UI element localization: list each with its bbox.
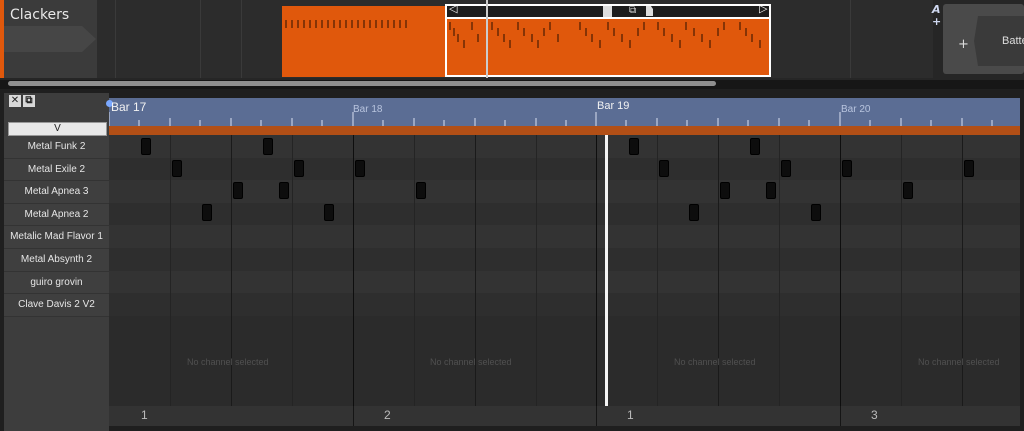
grid-row bbox=[109, 135, 1024, 158]
bar-label: Bar 18 bbox=[353, 104, 383, 115]
drum-note[interactable] bbox=[233, 182, 243, 199]
empty-message: No channel selected bbox=[430, 357, 512, 367]
channel-label[interactable]: Metal Funk 2 bbox=[4, 136, 109, 159]
automation-controls[interactable]: A + bbox=[932, 4, 942, 28]
track-arrow-shape bbox=[4, 26, 96, 52]
drum-note[interactable] bbox=[279, 182, 289, 199]
drum-note[interactable] bbox=[903, 182, 913, 199]
playhead[interactable] bbox=[605, 135, 608, 426]
drum-note[interactable] bbox=[750, 138, 760, 155]
footer-divider bbox=[353, 406, 354, 426]
close-icon[interactable]: ✕ bbox=[9, 95, 21, 107]
drum-note[interactable] bbox=[355, 160, 365, 177]
channel-label[interactable]: Metal Apnea 2 bbox=[4, 203, 109, 227]
drum-note[interactable] bbox=[202, 204, 212, 221]
grid-row bbox=[109, 270, 1024, 294]
drum-note[interactable] bbox=[294, 160, 304, 177]
plus-icon[interactable]: + bbox=[958, 37, 969, 52]
channel-label[interactable]: Metal Exile 2 bbox=[4, 158, 109, 182]
footer-number: 1 bbox=[141, 408, 148, 422]
channel-label[interactable]: Metal Apnea 3 bbox=[4, 181, 109, 204]
add-icon[interactable]: + bbox=[932, 16, 942, 28]
beat-footer bbox=[109, 406, 1024, 426]
grid-row bbox=[109, 293, 1024, 316]
bar-label: Bar 20 bbox=[841, 104, 871, 115]
clip-range-strip[interactable] bbox=[109, 126, 1024, 135]
drum-note[interactable] bbox=[689, 204, 699, 221]
bar-label: Bar 19 bbox=[597, 100, 630, 112]
grid-beat-line bbox=[292, 135, 293, 406]
grid-row bbox=[109, 202, 1024, 226]
grid-beat-line bbox=[414, 135, 415, 406]
footer-number: 1 bbox=[627, 408, 634, 422]
drum-note[interactable] bbox=[141, 138, 151, 155]
drum-note[interactable] bbox=[720, 182, 730, 199]
note-grid[interactable]: No channel selected No channel selected … bbox=[109, 135, 1024, 406]
drum-note[interactable] bbox=[263, 138, 273, 155]
loop-start-icon[interactable]: ◁ bbox=[449, 3, 457, 14]
drum-note[interactable] bbox=[416, 182, 426, 199]
grid-bar-line bbox=[353, 135, 354, 406]
footer-divider bbox=[840, 406, 841, 426]
bar-label: Bar 17 bbox=[111, 100, 147, 114]
footer-divider bbox=[596, 406, 597, 426]
drum-note[interactable] bbox=[629, 138, 639, 155]
channel-label[interactable]: Clave Davis 2 V2 bbox=[4, 294, 109, 317]
drum-note[interactable] bbox=[811, 204, 821, 221]
empty-message: No channel selected bbox=[674, 357, 756, 367]
grid-beat-line bbox=[779, 135, 780, 406]
drum-note[interactable] bbox=[964, 160, 974, 177]
empty-message: No channel selected bbox=[918, 357, 1000, 367]
float-window-icon[interactable]: ⧉ bbox=[23, 95, 35, 107]
velocity-selector[interactable]: V bbox=[8, 122, 107, 136]
grid-beat-line bbox=[170, 135, 171, 406]
channel-label[interactable]: Metal Absynth 2 bbox=[4, 249, 109, 272]
grid-row bbox=[109, 157, 1024, 181]
arranger-gridline bbox=[115, 0, 116, 78]
drum-note[interactable] bbox=[766, 182, 776, 199]
drum-note[interactable] bbox=[781, 160, 791, 177]
grid-row bbox=[109, 180, 1024, 203]
grid-bar-line bbox=[596, 135, 597, 406]
drum-note[interactable] bbox=[842, 160, 852, 177]
grid-bar-line bbox=[840, 135, 841, 406]
ruler-ticks bbox=[109, 112, 1023, 126]
drum-note[interactable] bbox=[324, 204, 334, 221]
clip-handle-icon[interactable] bbox=[603, 6, 612, 17]
grid-beat-line bbox=[536, 135, 537, 406]
device-label[interactable]: Batte bbox=[1002, 35, 1024, 47]
arranger-gridline bbox=[850, 0, 851, 78]
loop-end-icon[interactable]: ▷ bbox=[759, 3, 767, 14]
channel-label[interactable]: guiro grovin bbox=[4, 271, 109, 295]
track-name[interactable]: Clackers bbox=[10, 7, 69, 23]
grid-beat-line bbox=[901, 135, 902, 406]
duplicate-icon[interactable]: ⧉ bbox=[629, 5, 636, 16]
grid-row bbox=[109, 248, 1024, 271]
empty-message: No channel selected bbox=[187, 357, 269, 367]
channel-label[interactable]: Metalic Mad Flavor 1 bbox=[4, 226, 109, 249]
footer-number: 2 bbox=[384, 408, 391, 422]
clip-note-ticks bbox=[285, 20, 761, 48]
drum-note[interactable] bbox=[659, 160, 669, 177]
arranger-gridline bbox=[200, 0, 201, 78]
grid-beat-line bbox=[657, 135, 658, 406]
footer-number: 3 bbox=[871, 408, 878, 422]
scrollbar-thumb[interactable] bbox=[8, 81, 716, 86]
grid-row bbox=[109, 225, 1024, 248]
arranger-gridline bbox=[241, 0, 242, 78]
drum-note[interactable] bbox=[172, 160, 182, 177]
right-edge bbox=[1020, 98, 1024, 431]
